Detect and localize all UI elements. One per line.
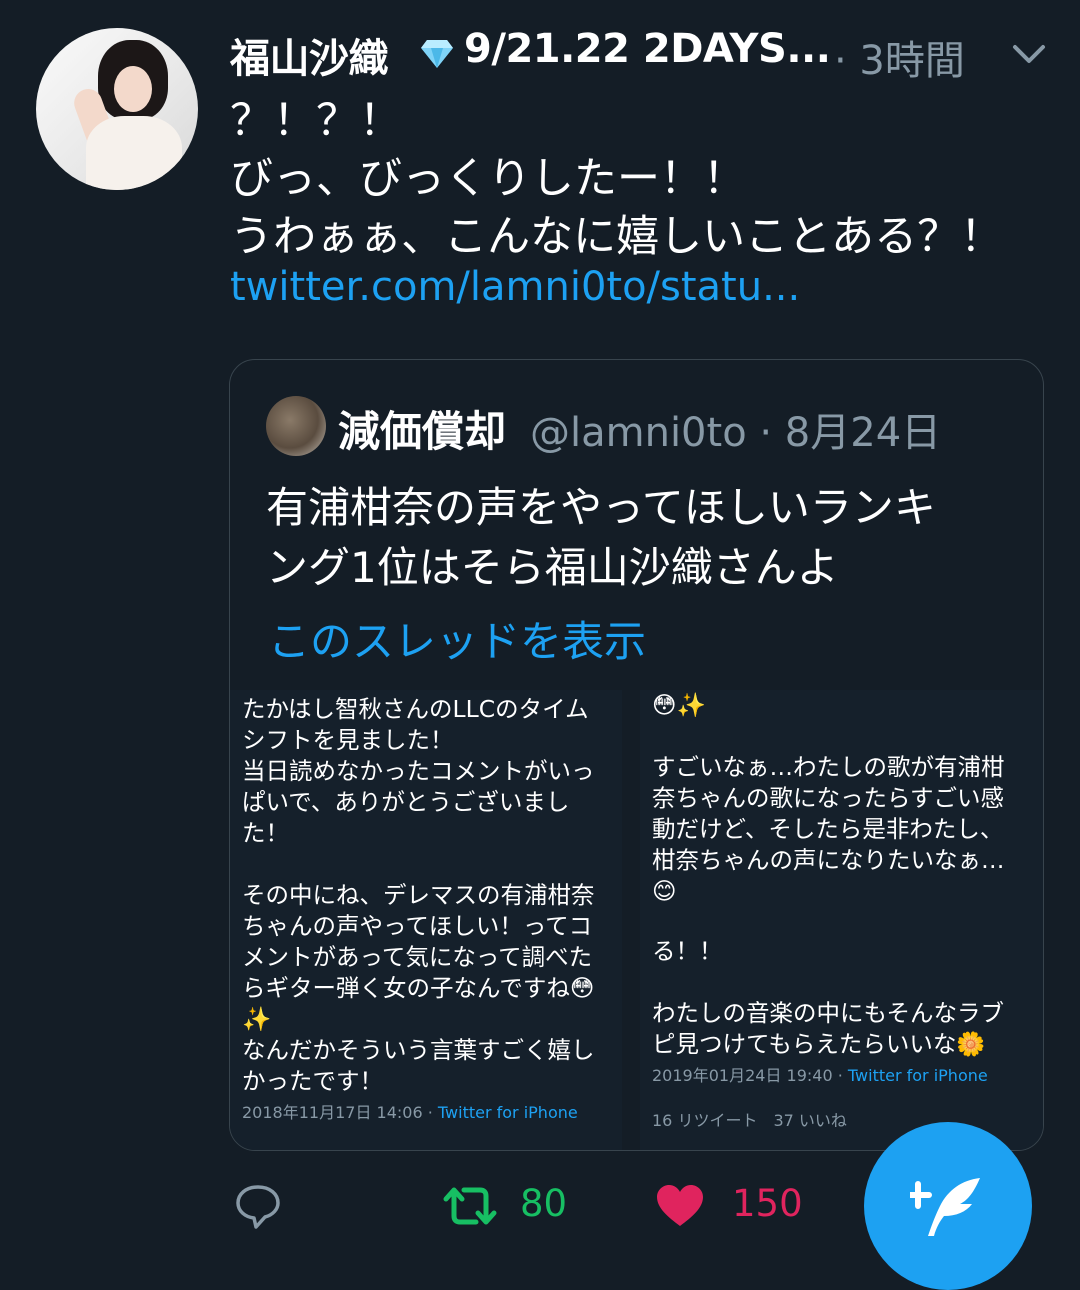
image-text-line: 当日読めなかったコメントがいっ [242,757,595,785]
image-text-line: わたしの音楽の中にもそんなラブ [652,999,1005,1027]
image-text-line: ピ見つけてもらえたらいいな🌼 [652,1030,986,1058]
image-source: Twitter for iPhone [437,1103,578,1122]
compose-feather-icon [910,1178,980,1236]
chevron-down-icon[interactable] [1012,42,1046,66]
author-name[interactable]: 福山沙織 [230,26,389,84]
image-text-line: すごいなぁ…わたしの歌が有浦柑 [652,753,1005,781]
image-text-line: たかはし智秋さんのLLCのタイム [242,695,589,723]
author-name-suffix[interactable]: 9/21.22 2DAYS... [464,26,831,72]
image-text-line: なんだかそういう言葉すごく嬉し [242,1036,595,1064]
quote-handle-date: @lamni0to · 8月24日 [530,410,942,456]
tweet-text: ？！？！ びっ、びっくりしたー！！ うわぁぁ、こんなに嬉しいことある？！ [230,92,1003,266]
image-source: Twitter for iPhone [847,1066,988,1085]
diamond-icon [421,40,453,68]
image-text-line: ぱいで、ありがとうございまし [242,788,570,816]
retweet-count: 80 [520,1182,568,1225]
tweet-text-line: ？！？！ [230,96,402,146]
image-text-line: その中にね、デレマスの有浦柑奈 [242,881,595,909]
image-text-line: 柑奈ちゃんの声になりたいなぁ… [652,846,1005,874]
image-text-line: らギター弾く女の子なんですね😳 [242,974,595,1002]
tweet-text-line: うわぁぁ、こんなに嬉しいことある？！ [230,212,1004,262]
avatar-body [86,116,182,190]
image-meta: 2019年01月24日 19:40 · Twitter for iPhone [652,1060,1031,1091]
image-text-line: メントがあって気になって調べた [242,943,593,971]
like-count: 150 [732,1182,803,1225]
heart-icon[interactable] [654,1182,706,1230]
quote-avatar [266,396,326,456]
image-text-line: かったです！ [242,1067,383,1095]
attached-image-left[interactable]: たかはし智秋さんのLLCのタイム シフトを見ました！ 当日読めなかったコメントが… [230,690,622,1150]
attached-image-right[interactable]: 😳✨ すごいなぁ…わたしの歌が有浦柑 奈ちゃんの歌になったらすごい感 動だけど、… [640,690,1043,1150]
show-thread-link[interactable]: このスレッドを表示 [268,608,646,669]
retweet-icon[interactable] [442,1182,498,1230]
image-text-line: シフトを見ました！ [242,726,454,754]
quote-text-line: 有浦柑奈の声をやってほしいランキ [266,483,936,532]
tweet-time[interactable]: · 3時間 [834,28,965,86]
image-text-line: 動だけど、そしたら是非わたし、 [652,815,1004,843]
image-date: 2018年11月17日 14:06 · [242,1103,438,1122]
image-text-line: る！！ [652,937,723,965]
image-meta: 2018年11月17日 14:06 · Twitter for iPhone [242,1097,610,1128]
author-avatar[interactable] [36,28,198,190]
image-text-line: た！ [242,819,289,847]
image-date: 2019年01月24日 19:40 · [652,1066,848,1085]
compose-tweet-button[interactable] [864,1122,1032,1290]
image-text-line: 😊 [652,877,677,905]
image-text-line: 😳✨ [652,691,706,719]
image-text-line: ちゃんの声やってほしい！ってコ [242,912,593,940]
tweet-text-line: びっ、びっくりしたー！！ [230,154,746,204]
quote-text-line: ング1位はそら福山沙織さんよ [266,543,839,592]
quoted-tweet[interactable]: 減価償却 @lamni0to · 8月24日 有浦柑奈の声をやってほしいランキ … [229,359,1044,1151]
quote-text: 有浦柑奈の声をやってほしいランキ ング1位はそら福山沙織さんよ [266,478,936,598]
image-text-line: ✨ [242,1005,272,1033]
tweet-header: 福山沙織 9/21.22 2DAYS... · 3時間 [230,26,1060,86]
quote-author-name: 減価償却 [338,407,507,456]
tweet-link[interactable]: twitter.com/lamni0to/statu... [230,264,800,310]
reply-icon[interactable] [234,1182,282,1230]
image-text-line: 奈ちゃんの歌になったらすごい感 [652,784,1005,812]
avatar-face [114,66,152,112]
